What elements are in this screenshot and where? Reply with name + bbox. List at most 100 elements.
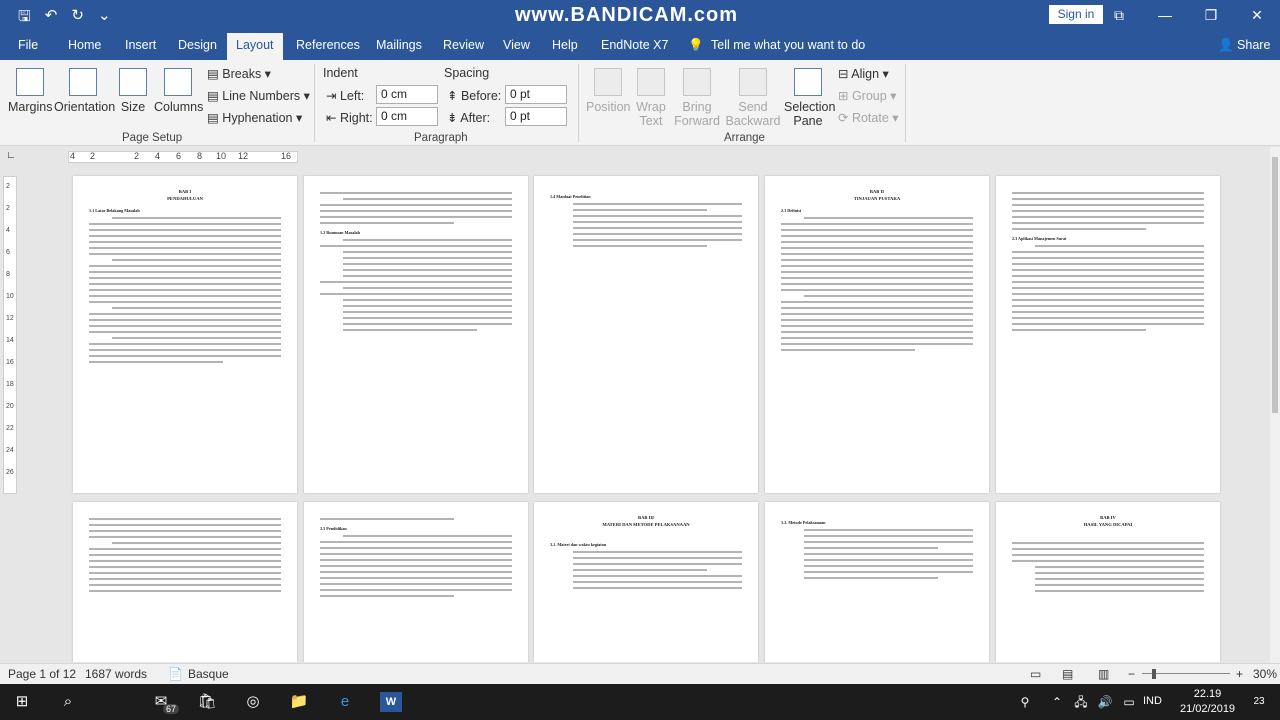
indent-right-input[interactable]: 0 cm — [376, 107, 438, 126]
group-button[interactable]: ⊞ Group ▾ — [838, 88, 896, 103]
orientation-icon — [69, 68, 97, 96]
tab-file[interactable]: File — [18, 38, 38, 52]
spacing-after-input[interactable]: 0 pt — [505, 107, 567, 126]
selection-pane-button[interactable]: Selection Pane — [784, 68, 835, 128]
tab-references[interactable]: References — [296, 38, 360, 52]
zoom-slider-thumb[interactable] — [1152, 669, 1156, 679]
language[interactable]: Basque — [188, 667, 229, 681]
send-backward-button[interactable]: Send Backward — [724, 68, 782, 128]
horizontal-ruler[interactable]: ∟ 4 2 2 4 6 8 10 12 16 — [0, 147, 1280, 167]
share-button[interactable]: 👤 Share — [1218, 38, 1270, 53]
vertical-scrollbar[interactable] — [1270, 147, 1280, 663]
position-icon — [594, 68, 622, 96]
proofing-icon[interactable]: 📄 — [168, 667, 183, 681]
watermark: www.BANDICAM.com — [515, 4, 739, 26]
page-thumbnail[interactable] — [73, 502, 297, 662]
clock-time: 22.19 — [1193, 688, 1222, 700]
page-thumbnail[interactable]: BAB II TINJAUAN PUSTAKA 2.1 Definisi — [765, 176, 989, 493]
page-thumbnail[interactable]: 3.2. Metode Pelaksanaan — [765, 502, 989, 662]
language-indicator[interactable]: IND — [1143, 695, 1162, 707]
position-button[interactable]: Position — [586, 68, 630, 114]
scrollbar-thumb[interactable] — [1272, 157, 1278, 413]
spacing-after-label: ⇟ After: — [447, 111, 491, 125]
people-icon[interactable]: ⚲ — [1014, 692, 1036, 712]
action-center-icon[interactable]: 23 — [1248, 692, 1270, 712]
undo-icon[interactable]: ↶ — [45, 6, 58, 31]
battery-icon[interactable]: ▭ — [1118, 692, 1140, 712]
zoom-in-button[interactable]: + — [1236, 667, 1243, 681]
tab-design[interactable]: Design — [178, 38, 217, 52]
vruler-label: 22 — [6, 425, 14, 432]
volume-icon[interactable]: 🔊 — [1094, 692, 1116, 712]
zoom-level[interactable]: 30% — [1253, 667, 1277, 681]
notification-count: 23 — [1253, 696, 1265, 707]
breaks-button[interactable]: ▤ Breaks ▾ — [207, 66, 271, 81]
separator — [314, 64, 315, 142]
edge-icon[interactable]: e — [334, 692, 356, 712]
tab-layout[interactable]: Layout — [227, 33, 283, 60]
page-thumbnail[interactable]: 1.4 Manfaat Penelitian — [534, 176, 758, 493]
page-thumbnail[interactable]: 1.2 Rumusan Masalah — [304, 176, 528, 493]
page-thumbnail[interactable]: 2.5 Pendidikan — [304, 502, 528, 662]
bring-forward-button[interactable]: Bring Forward — [672, 68, 722, 128]
customize-qat-icon[interactable]: ⌄ — [98, 6, 111, 31]
tab-insert[interactable]: Insert — [125, 38, 156, 52]
line-numbers-button[interactable]: ▤ Line Numbers ▾ — [207, 88, 310, 103]
tab-endnote[interactable]: EndNote X7 — [601, 38, 668, 52]
page-thumbnail[interactable]: 2.3 Aplikasi Manajemen Surat — [996, 176, 1220, 493]
web-layout-icon[interactable]: ▥ — [1098, 667, 1109, 681]
margins-button[interactable]: Margins — [8, 68, 52, 114]
start-icon[interactable]: ⊞ — [11, 692, 33, 712]
columns-button[interactable]: Columns — [154, 68, 203, 114]
app-icon[interactable]: ◎ — [242, 692, 264, 712]
read-mode-icon[interactable]: ▭ — [1030, 667, 1041, 681]
word-count[interactable]: 1687 words — [85, 667, 147, 681]
store-icon[interactable]: 🛍 — [196, 692, 218, 712]
redo-icon[interactable]: ↻ — [71, 6, 84, 31]
tab-view[interactable]: View — [503, 38, 530, 52]
tab-selector[interactable]: ∟ — [6, 150, 16, 161]
orientation-button[interactable]: Orientation — [54, 68, 115, 114]
close-icon[interactable]: ✕ — [1234, 0, 1280, 30]
indent-left-input[interactable]: 0 cm — [376, 85, 438, 104]
minimize-icon[interactable]: — — [1142, 0, 1188, 30]
size-button[interactable]: Size — [118, 68, 148, 114]
wrap-text-button[interactable]: Wrap Text — [634, 68, 668, 128]
tab-mailings[interactable]: Mailings — [376, 38, 422, 52]
save-icon[interactable]: 🖫 — [18, 6, 31, 31]
tab-review[interactable]: Review — [443, 38, 484, 52]
sign-in-button[interactable]: Sign in — [1049, 5, 1103, 24]
tab-home[interactable]: Home — [68, 38, 101, 52]
vruler-label: 18 — [6, 381, 14, 388]
page-thumbnail[interactable]: BAB IV HASIL YANG DICAPAI — [996, 502, 1220, 662]
file-explorer-icon[interactable]: 📁 — [288, 692, 310, 712]
vruler-label: 26 — [6, 469, 14, 476]
spacing-before-input[interactable]: 0 pt — [505, 85, 567, 104]
network-icon[interactable]: 🖧 — [1070, 692, 1092, 712]
ribbon-display-icon[interactable]: ⧉ — [1096, 0, 1142, 30]
print-layout-icon[interactable]: ▤ — [1062, 667, 1073, 681]
tray-chevron-icon[interactable]: ⌃ — [1046, 692, 1068, 712]
page-count[interactable]: Page 1 of 12 — [8, 667, 76, 681]
hyphenation-button[interactable]: ▤ Hyphenation ▾ — [207, 110, 302, 125]
align-button[interactable]: ⊟ Align ▾ — [838, 66, 889, 81]
tab-help[interactable]: Help — [552, 38, 578, 52]
zoom-out-button[interactable]: − — [1128, 667, 1135, 681]
maximize-icon[interactable]: ❐ — [1188, 0, 1234, 30]
ruler-label: 8 — [197, 151, 203, 161]
page-thumbnail[interactable]: BAB I PENDAHULUAN 1.1 Latar Belakang Masa… — [73, 176, 297, 493]
search-icon[interactable]: ⌕ — [57, 692, 79, 712]
word-icon[interactable]: W — [380, 692, 402, 712]
document-canvas[interactable]: BAB I PENDAHULUAN 1.1 Latar Belakang Masa… — [22, 168, 1270, 662]
rotate-button[interactable]: ⟳ Rotate ▾ — [838, 110, 899, 125]
tell-me-box[interactable]: Tell me what you want to do — [711, 38, 865, 52]
clock[interactable]: 22.19 21/02/2019 — [1180, 687, 1235, 717]
size-label: Size — [120, 100, 146, 114]
vertical-ruler[interactable]: 2 2 4 6 8 10 12 14 16 18 20 22 24 26 — [3, 176, 17, 494]
mail-badge: 67 — [163, 704, 180, 714]
vruler-label: 4 — [6, 227, 10, 234]
vruler-label: 2 — [6, 183, 10, 190]
indent-heading: Indent — [323, 66, 358, 80]
selection-pane-icon — [794, 68, 822, 96]
page-thumbnail[interactable]: BAB III MATERI DAN METODE PELAKSANAAN 3.1… — [534, 502, 758, 662]
